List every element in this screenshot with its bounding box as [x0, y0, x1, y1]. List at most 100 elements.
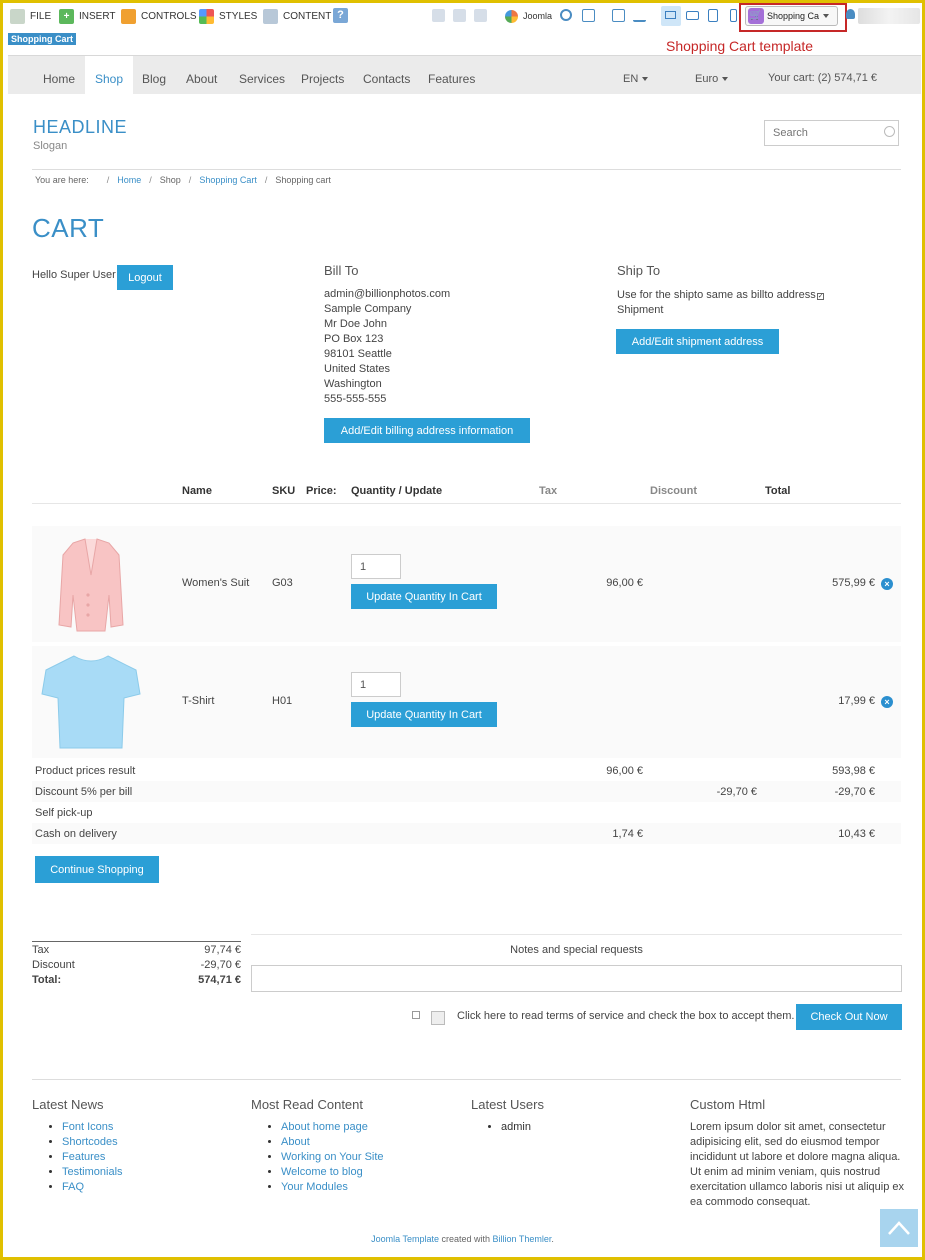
styles-menu[interactable]: STYLES: [199, 8, 257, 24]
row-total: 575,99 €: [832, 577, 875, 589]
main-nav: Home Shop Blog About Services Projects C…: [8, 55, 921, 95]
nav-item-shop[interactable]: Shop: [85, 56, 134, 95]
laptop-view-icon[interactable]: [686, 11, 699, 20]
file-icon: [10, 8, 25, 24]
same-as-billto-label: Use for the shipto same as billto addres…: [617, 289, 824, 301]
paste-icon[interactable]: [453, 9, 466, 22]
headline: HEADLINE: [33, 117, 128, 137]
remove-item-icon[interactable]: ×: [881, 578, 893, 590]
col-discount: Discount: [650, 485, 698, 497]
divider: [32, 1079, 901, 1080]
insert-menu[interactable]: + INSERT: [59, 8, 116, 24]
edit-billing-button[interactable]: Add/Edit billing address information: [324, 418, 530, 443]
checkbox-icon[interactable]: [582, 9, 595, 22]
page-badge: Shopping Cart: [8, 33, 76, 45]
search-icon[interactable]: [884, 126, 895, 137]
nav-item-services[interactable]: Services: [229, 56, 295, 95]
summary-label: Discount 5% per bill: [35, 786, 133, 798]
content-menu[interactable]: CONTENT: [263, 8, 331, 24]
col-name: Name: [182, 485, 212, 497]
refresh-icon[interactable]: [560, 9, 572, 21]
col-total: Total: [765, 485, 791, 497]
nav-item-features[interactable]: Features: [418, 56, 485, 95]
table-row: [32, 823, 901, 844]
same-as-billto-checkbox[interactable]: ✓: [816, 293, 824, 300]
cart-summary[interactable]: Your cart: (2) 574,71 €: [758, 56, 887, 95]
breadcrumb-shop: Shop: [159, 175, 181, 185]
footer-link[interactable]: About home page: [281, 1121, 368, 1133]
billion-themler-link[interactable]: Billion Themler: [493, 1234, 552, 1244]
nav-item-contacts[interactable]: Contacts: [353, 56, 420, 95]
summary-total: -29,70 €: [834, 786, 875, 798]
tablet-view-icon[interactable]: [708, 9, 718, 22]
footer-link[interactable]: Features: [62, 1151, 105, 1163]
nav-item-projects[interactable]: Projects: [291, 56, 354, 95]
search-input[interactable]: [764, 120, 899, 146]
footer-link[interactable]: Shortcodes: [62, 1136, 118, 1148]
language-dropdown[interactable]: EN: [613, 56, 658, 95]
phone-view-icon[interactable]: [730, 9, 737, 22]
file-menu[interactable]: FILE: [10, 8, 51, 24]
footer-link[interactable]: Font Icons: [62, 1121, 113, 1133]
footer-link[interactable]: Working on Your Site: [281, 1151, 384, 1163]
summary-label: Product prices result: [35, 765, 136, 777]
joomla-button[interactable]: Joomla: [505, 8, 552, 24]
totals-total-value: 574,71 €: [198, 974, 241, 986]
cart-icon: 🛒: [748, 8, 764, 24]
desktop-view-icon[interactable]: [661, 6, 681, 26]
terms-checkbox[interactable]: [412, 1011, 420, 1019]
product-link[interactable]: T-Shirt: [182, 695, 214, 707]
preview-icon[interactable]: [612, 9, 625, 22]
joomla-template-link[interactable]: Joomla Template: [371, 1234, 439, 1244]
help-icon[interactable]: ?: [333, 8, 348, 23]
divider: [251, 934, 902, 935]
continue-shopping-button[interactable]: Continue Shopping: [35, 856, 159, 883]
footer-link[interactable]: Welcome to blog: [281, 1166, 363, 1178]
breadcrumb-home[interactable]: Home: [117, 175, 141, 185]
controls-menu[interactable]: CONTROLS: [121, 8, 197, 24]
product-link[interactable]: Women's Suit: [182, 577, 249, 589]
plus-icon: +: [59, 8, 74, 24]
divider: [32, 941, 241, 942]
nav-item-blog[interactable]: Blog: [132, 56, 176, 95]
checkout-button[interactable]: Check Out Now: [796, 1004, 902, 1030]
logout-button[interactable]: Logout: [117, 265, 173, 290]
download-icon[interactable]: [633, 9, 646, 22]
notes-textarea[interactable]: [251, 965, 902, 992]
quantity-input[interactable]: [351, 672, 401, 697]
terms-link[interactable]: Click here to read terms of service and …: [457, 1010, 795, 1022]
nav-item-about[interactable]: About: [176, 56, 227, 95]
latest-news-list: Font Icons Shortcodes Features Testimoni…: [32, 1120, 123, 1195]
update-quantity-button[interactable]: Update Quantity In Cart: [351, 702, 497, 727]
footer-link[interactable]: Your Modules: [281, 1181, 348, 1193]
custom-html-heading: Custom Html: [690, 1097, 766, 1112]
divider: [32, 503, 901, 504]
summary-total: 10,43 €: [838, 828, 875, 840]
nav-item-home[interactable]: Home: [33, 56, 85, 95]
quantity-input[interactable]: [351, 554, 401, 579]
notes-label: Notes and special requests: [510, 944, 643, 956]
col-price: Price:: [306, 485, 337, 497]
footer-link[interactable]: FAQ: [62, 1181, 84, 1193]
footer-link[interactable]: About: [281, 1136, 310, 1148]
chevron-down-icon: [642, 77, 649, 82]
currency-dropdown[interactable]: Euro: [685, 56, 738, 95]
footer-link[interactable]: Testimonials: [62, 1166, 123, 1178]
product-sku: G03: [272, 577, 293, 589]
womens-suit-image[interactable]: [55, 535, 127, 633]
summary-tax: 1,74 €: [612, 828, 643, 840]
breadcrumb-shopping-cart[interactable]: Shopping Cart: [199, 175, 257, 185]
bill-to-heading: Bill To: [324, 263, 359, 278]
tshirt-image[interactable]: [40, 652, 142, 752]
latest-users-heading: Latest Users: [471, 1097, 544, 1112]
edit-shipment-button[interactable]: Add/Edit shipment address: [616, 329, 779, 354]
divider: [32, 169, 901, 170]
template-select[interactable]: 🛒 Shopping Ca: [745, 6, 838, 26]
copy-icon[interactable]: [432, 9, 445, 22]
update-quantity-button[interactable]: Update Quantity In Cart: [351, 584, 497, 609]
remove-item-icon[interactable]: ×: [881, 696, 893, 708]
paste-special-icon[interactable]: [474, 9, 487, 22]
most-read-heading: Most Read Content: [251, 1097, 364, 1112]
breadcrumb-current: Shopping cart: [275, 175, 331, 185]
user-icon[interactable]: [846, 9, 855, 19]
